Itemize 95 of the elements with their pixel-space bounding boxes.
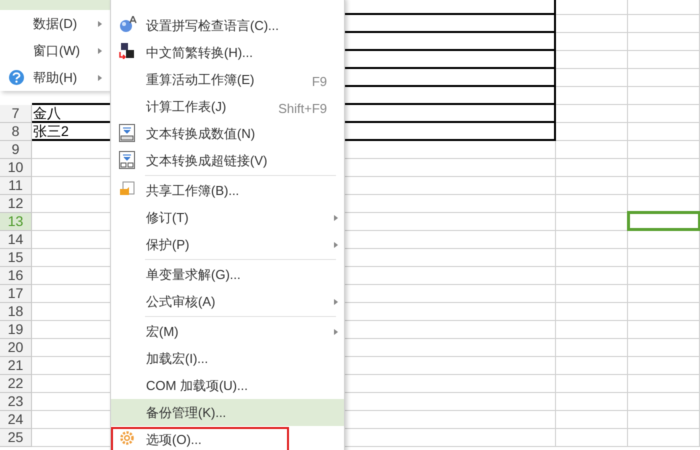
- table-cell: [628, 123, 700, 141]
- menu-item[interactable]: 文本转换成超链接(V): [111, 147, 344, 174]
- submenu-arrow-icon: [98, 75, 102, 81]
- table-cell: [628, 231, 700, 249]
- table-cell: [556, 159, 628, 177]
- help-icon: [9, 70, 24, 85]
- table-cell: [628, 141, 700, 159]
- table-cell: [556, 339, 628, 357]
- table-cell: [628, 411, 700, 429]
- table-cell: [556, 357, 628, 375]
- menu-item[interactable]: 设置拼写检查语言(C)...: [111, 12, 344, 39]
- row-header[interactable]: 23: [0, 393, 32, 411]
- row-header[interactable]: 8: [0, 123, 32, 141]
- shortcut-label: F9: [312, 73, 327, 91]
- table-cell: [556, 411, 628, 429]
- table-cell: [556, 33, 628, 51]
- table-cell: [628, 321, 700, 339]
- submenu-arrow-icon: [98, 21, 102, 27]
- row-header[interactable]: 10: [0, 159, 32, 177]
- table-cell: [556, 231, 628, 249]
- menu-item[interactable]: 帮助(H): [0, 64, 110, 91]
- menu-item[interactable]: 文本转换成数值(N): [111, 120, 344, 147]
- table-cell: [628, 339, 700, 357]
- table-cell: [556, 267, 628, 285]
- row-header[interactable]: 14: [0, 231, 32, 249]
- table-cell: [628, 393, 700, 411]
- table-cell: [556, 195, 628, 213]
- row-header[interactable]: 17: [0, 285, 32, 303]
- row-header[interactable]: 19: [0, 321, 32, 339]
- menu-item[interactable]: 共享工作簿(B)...: [111, 177, 344, 204]
- convert-icon: [119, 43, 135, 59]
- row-header[interactable]: 22: [0, 375, 32, 393]
- table-cell: [628, 51, 700, 69]
- language-icon: [119, 16, 137, 32]
- menu-item[interactable]: 数据(D): [0, 10, 110, 37]
- table-cell: [556, 69, 628, 87]
- menu-item[interactable]: 保护(P): [111, 231, 344, 258]
- row-header[interactable]: 11: [0, 177, 32, 195]
- hyperlink-convert-icon: [119, 151, 135, 169]
- table-cell: [556, 285, 628, 303]
- table-cell: [628, 159, 700, 177]
- table-cell: [628, 15, 700, 33]
- table-cell: [628, 429, 700, 447]
- table-cell: [628, 285, 700, 303]
- table-cell: [556, 429, 628, 447]
- menu-item[interactable]: 窗口(W): [0, 37, 110, 64]
- table-cell: [628, 87, 700, 105]
- table-cell: [556, 51, 628, 69]
- row-header[interactable]: 16: [0, 267, 32, 285]
- table-cell: [556, 177, 628, 195]
- table-cell: [556, 87, 628, 105]
- table-cell: [628, 177, 700, 195]
- menu-item[interactable]: 中文简繁转换(H)...: [111, 39, 344, 66]
- settings-icon: [119, 430, 135, 446]
- table-cell: [628, 375, 700, 393]
- menu-item[interactable]: COM 加载项(U)...: [111, 372, 344, 399]
- table-cell: [628, 249, 700, 267]
- menu-item[interactable]: 选项(O)...: [111, 426, 344, 450]
- row-header[interactable]: 25: [0, 429, 32, 447]
- row-header[interactable]: 9: [0, 141, 32, 159]
- row-header[interactable]: 7: [0, 105, 32, 123]
- table-cell: [556, 321, 628, 339]
- menu-item[interactable]: 宏(M): [111, 318, 344, 345]
- row-header[interactable]: 15: [0, 249, 32, 267]
- submenu-arrow-icon: [98, 48, 102, 54]
- menu-item[interactable]: 修订(T): [111, 204, 344, 231]
- table-cell: [556, 123, 628, 141]
- row-header[interactable]: 20: [0, 339, 32, 357]
- table-cell: [628, 357, 700, 375]
- table-cell: [556, 0, 628, 15]
- menu-item[interactable]: 加载宏(I)...: [111, 345, 344, 372]
- table-cell: [556, 375, 628, 393]
- row-header[interactable]: 21: [0, 357, 32, 375]
- table-cell: [628, 105, 700, 123]
- table-cell: [556, 249, 628, 267]
- table-cell: [556, 15, 628, 33]
- row-header[interactable]: 12: [0, 195, 32, 213]
- table-cell: [556, 393, 628, 411]
- table-cell: [628, 69, 700, 87]
- menu-item[interactable]: 重算活动工作簿(E) F9: [111, 66, 344, 93]
- table-cell: [556, 141, 628, 159]
- number-convert-icon: [119, 124, 135, 142]
- table-cell: [556, 105, 628, 123]
- row-header[interactable]: 18: [0, 303, 32, 321]
- menu-item[interactable]: 公式审核(A): [111, 288, 344, 315]
- table-cell: [628, 33, 700, 51]
- menu-item[interactable]: 单变量求解(G)...: [111, 261, 344, 288]
- shared-workbook-icon: [119, 181, 135, 197]
- row-header[interactable]: 24: [0, 411, 32, 429]
- table-cell: [628, 267, 700, 285]
- menu-item[interactable]: 计算工作表(J) Shift+F9: [111, 93, 344, 120]
- table-cell: [628, 303, 700, 321]
- menu-item[interactable]: 备份管理(K)...: [111, 399, 344, 426]
- table-cell: [628, 0, 700, 15]
- table-cell: [556, 303, 628, 321]
